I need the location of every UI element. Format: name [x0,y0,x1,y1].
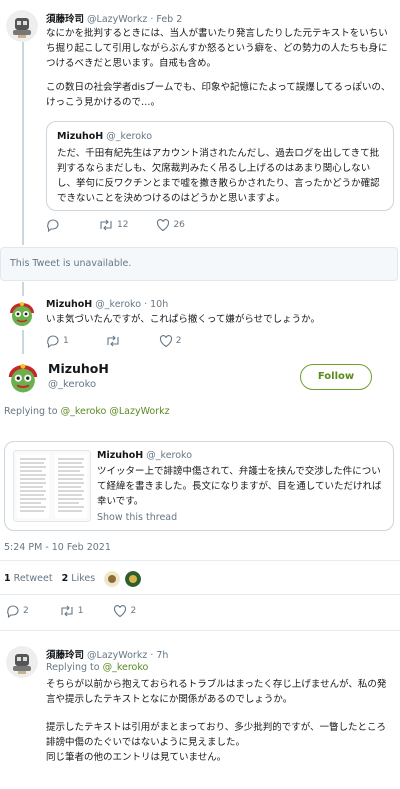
liker-avatar[interactable] [125,571,141,587]
retweet-icon[interactable] [59,604,75,618]
tweet-header: MizuhoH @_keroko · 10h [46,299,168,310]
author-handle[interactable]: @LazyWorkz [87,14,147,25]
card-header: MizuhoH @_keroko [97,450,192,461]
liker-avatar[interactable] [104,571,120,587]
avatar[interactable] [4,358,42,396]
like-count: 26 [173,220,185,230]
card-thumbnail [13,450,91,522]
thread-line [22,330,24,354]
avatar[interactable] [6,646,38,678]
show-thread-link[interactable]: Show this thread [97,512,177,523]
quote-text: ただ、千田有紀先生はアカウント消されたんだし、過去ログを出してきて批判するならま… [57,148,380,204]
author-name[interactable]: 須藤玲司 [46,14,84,25]
author-name[interactable]: 須藤玲司 [46,650,84,661]
tweet-text: そちらが以前から抱えておられるトラブルはまったく存じ上げませんが、私の発言や提示… [46,679,387,705]
avatar[interactable] [6,10,38,42]
retweet-count: 1 [77,606,84,616]
tweet-actions: 12 26 [46,218,185,233]
tweet-text: この数日の社会学者disブームでも、印象や記憶にたよって誤爆してるっぽいの、けっ… [46,82,391,108]
divider [0,630,400,631]
card-text: ツイッター上で誹謗中傷されて、弁護士を挟んで交渉した件について経緯を書きました。… [97,466,382,507]
author-handle[interactable]: @LazyWorkz [87,650,147,661]
unavailable-text: This Tweet is unavailable. [10,258,132,269]
quote-author-handle: @_keroko [106,131,153,142]
reply-count: 1 [63,336,69,346]
engagement-stats: 1 Retweet 2 Likes [4,573,95,584]
main-author-handle[interactable]: @_keroko [48,379,96,390]
replying-to-prefix: Replying to [4,406,61,417]
replying-to-links[interactable]: @_keroko [103,662,149,673]
tweet-timestamp[interactable]: 5:24 PM - 10 Feb 2021 [4,542,111,553]
reply-count: 2 [23,606,29,616]
tweet-actions: 1 2 [46,334,182,349]
likes-stat[interactable]: 2 Likes [62,573,96,584]
quote-author-name: MizuhoH [57,131,104,142]
retweet-stat-label: Retweet [13,573,53,584]
tweet-text: 同じ筆者の他のエントリは見ていません。 [46,752,227,763]
card-author-name: MizuhoH [97,450,144,461]
tweet-date[interactable]: · 7h [150,650,168,661]
replying-to-prefix: Replying to [46,662,103,673]
replying-to: Replying to @_keroko [46,662,148,673]
tweet-text: なにかを批判するときには、当人が書いたり発言したりした元テキストをいちいち掘り起… [46,28,388,69]
thread-card[interactable]: MizuhoH @_keroko ツイッター上で誹謗中傷されて、弁護士を挟んで交… [4,441,394,531]
retweet-count: 12 [117,220,129,230]
retweet-icon[interactable] [105,334,121,348]
retweet-icon[interactable] [98,218,114,232]
quoted-tweet[interactable]: MizuhoH @_keroko ただ、千田有紀先生はアカウント消されたんだし、… [46,121,394,211]
replying-to: Replying to @_keroko @LazyWorkz [4,406,170,417]
divider [0,560,400,561]
main-author-name[interactable]: MizuhoH [48,361,109,376]
like-icon[interactable] [156,218,170,232]
quote-header: MizuhoH @_keroko [57,131,152,142]
likes-stat-count: 2 [61,573,69,584]
like-count: 2 [175,336,182,346]
tweet-date[interactable]: · Feb 2 [150,14,182,25]
divider [0,594,400,595]
avatar[interactable] [6,297,38,329]
like-count: 2 [130,606,137,616]
tweet-text: いま気づいたんですが、これぱら撤くって嫌がらせでしょうか。 [46,314,320,325]
author-handle[interactable]: @_keroko [95,299,141,310]
tweet-header: 須藤玲司 @LazyWorkz · Feb 2 [46,11,182,25]
thread-line [22,40,24,245]
main-tweet-actions: 2 1 2 [6,604,137,619]
replying-to-links[interactable]: @_keroko @LazyWorkz [61,406,170,417]
thread-line [22,282,24,296]
retweet-stat[interactable]: 1 Retweet [4,573,53,584]
likes-stat-label: Likes [71,573,96,584]
tweet-text: 提示したテキストは引用がまとまっており、多少批判的ですが、一瞥したところ誹謗中傷… [46,722,387,748]
reply-icon[interactable] [6,604,20,619]
reply-icon[interactable] [46,218,60,233]
tweet-header: 須藤玲司 @LazyWorkz · 7h [46,647,168,661]
like-icon[interactable] [159,334,173,348]
like-icon[interactable] [113,604,127,618]
tweet-date[interactable]: · 10h [144,299,168,310]
author-name[interactable]: MizuhoH [46,299,92,310]
retweet-stat-count: 1 [4,573,11,584]
unavailable-tweet-box: This Tweet is unavailable. [0,247,398,281]
follow-button[interactable]: Follow [300,364,372,390]
card-author-handle: @_keroko [146,450,193,461]
reply-icon[interactable] [46,334,60,349]
